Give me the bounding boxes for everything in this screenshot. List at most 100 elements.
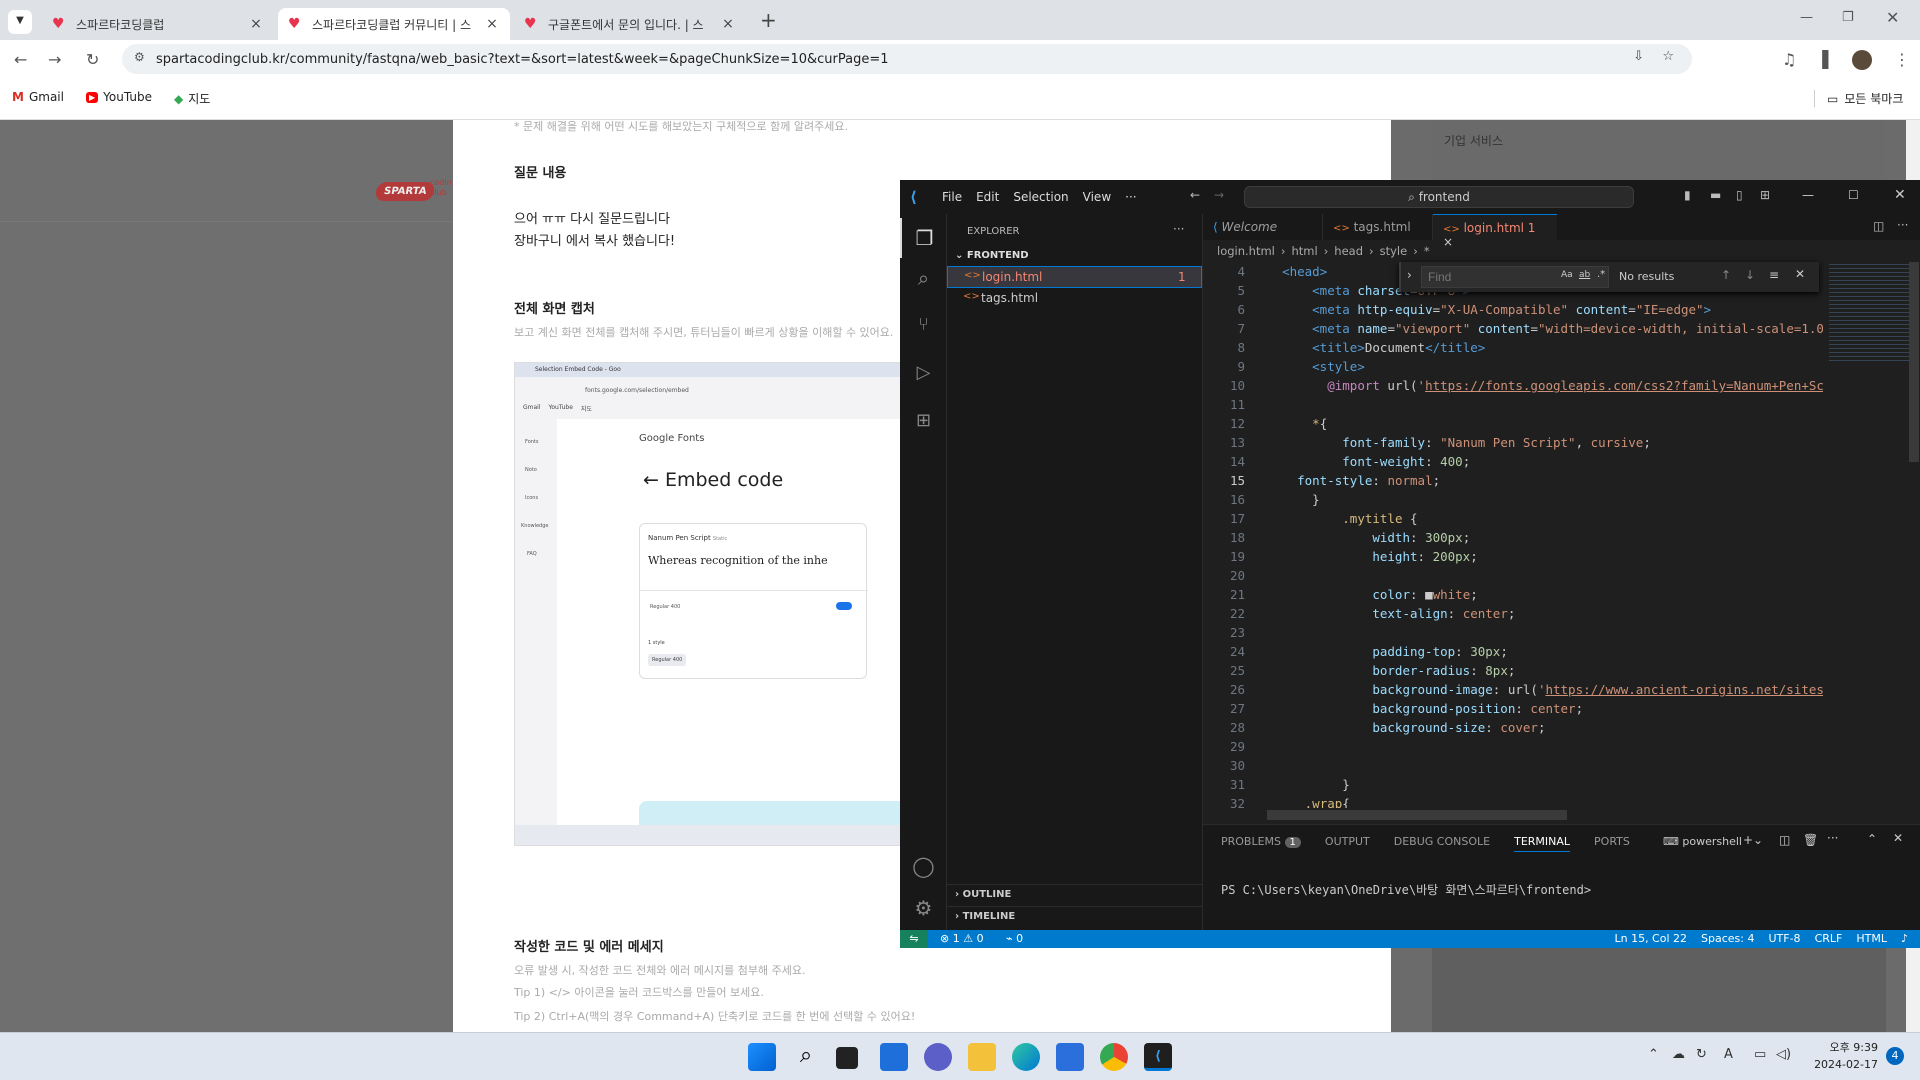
forward-icon[interactable]: → <box>48 50 61 69</box>
avatar[interactable] <box>1852 50 1872 70</box>
code-line[interactable]: 13 font-family: "Nanum Pen Script", curs… <box>1203 433 1823 452</box>
search-icon[interactable]: ⌕ <box>900 266 947 290</box>
code-line[interactable]: 26 background-image: url('https://www.an… <box>1203 680 1823 699</box>
editor-scrollbar[interactable] <box>1909 262 1919 462</box>
install-app-icon[interactable]: ⇩ <box>1633 49 1644 64</box>
vs-minimize-icon[interactable]: — <box>1802 188 1814 202</box>
code-line[interactable]: 20 <box>1203 566 1823 585</box>
notification-badge[interactable]: 4 <box>1886 1047 1904 1065</box>
status-cursor-position[interactable]: Ln 15, Col 22 <box>1614 932 1687 945</box>
previous-match-icon[interactable]: ↑ <box>1721 268 1731 282</box>
next-match-icon[interactable]: ↓ <box>1745 268 1755 282</box>
menu-view[interactable]: View <box>1083 190 1111 204</box>
code-line[interactable]: 21 color: ■white; <box>1203 585 1823 604</box>
vs-close-icon[interactable]: ✕ <box>1894 187 1906 203</box>
close-tab-icon[interactable]: × <box>248 16 264 32</box>
toggle-sidebar-icon[interactable]: ▮ <box>1684 188 1691 202</box>
back-icon[interactable]: ← <box>14 50 27 69</box>
chrome-icon[interactable] <box>1100 1043 1128 1071</box>
run-debug-icon[interactable]: ▷ <box>900 362 947 383</box>
tray-overflow-icon[interactable]: ⌃ <box>1648 1047 1659 1062</box>
status-encoding[interactable]: UTF-8 <box>1768 932 1800 945</box>
reload-icon[interactable]: ↻ <box>86 50 99 69</box>
enterprise-service-label[interactable]: 기업 서비스 <box>1444 132 1503 149</box>
layout-icon[interactable]: ⊞ <box>1760 188 1770 202</box>
status-indentation[interactable]: Spaces: 4 <box>1701 932 1754 945</box>
close-window-icon[interactable]: ✕ <box>1886 8 1899 27</box>
code-line[interactable]: 29 <box>1203 737 1823 756</box>
code-line[interactable]: 28 background-size: cover; <box>1203 718 1823 737</box>
whole-word-icon[interactable]: ab <box>1579 270 1590 280</box>
code-line[interactable]: 23 <box>1203 623 1823 642</box>
teams-chat-icon[interactable] <box>924 1043 952 1071</box>
toggle-secondary-icon[interactable]: ▯ <box>1736 188 1743 202</box>
tab-google-fonts-question[interactable]: ♥ 구글폰트에서 문의 입니다. | 스 × <box>514 8 746 40</box>
search-taskbar-icon[interactable]: ⌕ <box>792 1043 820 1071</box>
close-tab-icon[interactable]: × <box>484 16 500 32</box>
panel-tab-debug-console[interactable]: DEBUG CONSOLE <box>1394 835 1490 852</box>
extensions-icon[interactable]: ⊞ <box>900 410 947 431</box>
breadcrumb-item[interactable]: head <box>1334 244 1363 258</box>
onedrive-icon[interactable]: ☁ <box>1672 1047 1685 1062</box>
task-view-icon[interactable] <box>836 1047 858 1069</box>
menu-edit[interactable]: Edit <box>976 190 999 204</box>
tab-tags-html[interactable]: <> tags.html <box>1323 214 1433 240</box>
panel-tab-output[interactable]: OUTPUT <box>1325 835 1370 852</box>
url-field[interactable]: ⚙ spartacodingclub.kr/community/fastqna/… <box>122 44 1692 74</box>
widgets-icon[interactable] <box>880 1043 908 1071</box>
manage-gear-icon[interactable]: ⚙ <box>900 896 947 920</box>
menu-more[interactable]: ··· <box>1125 190 1136 204</box>
code-line[interactable]: 15 font-style: normal; <box>1203 471 1823 490</box>
code-line[interactable]: 6 <meta http-equiv="X-UA-Compatible" con… <box>1203 300 1823 319</box>
breadcrumb-item[interactable]: login.html <box>1217 244 1275 258</box>
bookmark-star-icon[interactable]: ☆ <box>1662 49 1674 64</box>
panel-tab-terminal[interactable]: TERMINAL <box>1514 835 1571 852</box>
start-icon[interactable] <box>748 1043 776 1071</box>
code-line[interactable]: 17 .mytitle { <box>1203 509 1823 528</box>
side-panel-icon[interactable]: ▐ <box>1816 50 1828 69</box>
regex-icon[interactable]: .* <box>1597 269 1605 280</box>
tab-welcome[interactable]: ⟨ Welcome <box>1203 214 1323 240</box>
code-line[interactable]: 8 <title>Document</title> <box>1203 338 1823 357</box>
code-line[interactable]: 10 @import url('https://fonts.googleapis… <box>1203 376 1823 395</box>
code-line[interactable]: 24 padding-top: 30px; <box>1203 642 1823 661</box>
command-center[interactable]: ⌕ frontend <box>1244 186 1634 208</box>
close-tab-icon[interactable]: × <box>1443 235 1453 249</box>
code-editor[interactable]: 4 <head>5 <meta charset=UTF-8 >6 <meta h… <box>1203 262 1823 808</box>
terminal-shell[interactable]: ⌨ powershell <box>1663 835 1742 848</box>
new-terminal-icon[interactable]: +⌄ <box>1743 833 1763 847</box>
file-explorer-icon[interactable] <box>968 1043 996 1071</box>
close-find-icon[interactable]: ✕ <box>1795 267 1805 281</box>
find-in-selection-icon[interactable]: ≡ <box>1769 268 1779 282</box>
minimap[interactable] <box>1829 262 1909 362</box>
tab-login-html[interactable]: <> login.html 1 × <box>1433 214 1557 249</box>
restore-icon[interactable]: ❐ <box>1842 10 1854 25</box>
vs-maximize-icon[interactable]: ☐ <box>1848 188 1859 202</box>
panel-tab-problems[interactable]: PROBLEMS 1 <box>1221 835 1301 852</box>
breadcrumb-item[interactable]: html <box>1291 244 1317 258</box>
explorer-more-icon[interactable]: ··· <box>1173 222 1184 236</box>
accounts-icon[interactable]: ◯ <box>900 854 947 878</box>
split-editor-icon[interactable]: ◫ <box>1873 219 1884 233</box>
code-line[interactable]: 31 } <box>1203 775 1823 794</box>
all-bookmarks[interactable]: ▭ 모든 북마크 <box>1814 90 1903 107</box>
status-problems[interactable]: ⊗ 1 ⚠ 0 <box>940 932 984 945</box>
find-expand-icon[interactable]: › <box>1407 268 1412 282</box>
breadcrumb-item[interactable]: * <box>1424 244 1430 258</box>
horizontal-scrollbar[interactable] <box>1267 810 1567 820</box>
folder-frontend[interactable]: ⌄ FRONTEND <box>955 250 1029 261</box>
code-line[interactable]: 11 <box>1203 395 1823 414</box>
clock[interactable]: 오후 9:39 2024-02-17 <box>1812 1039 1878 1073</box>
store-icon[interactable] <box>1056 1043 1084 1071</box>
menu-kebab-icon[interactable]: ⋮ <box>1894 50 1910 69</box>
terminal-prompt[interactable]: PS C:\Users\keyan\OneDrive\바탕 화면\스파르타\fr… <box>1221 881 1591 898</box>
menu-selection[interactable]: Selection <box>1013 190 1068 204</box>
nav-back-icon[interactable]: ← <box>1190 188 1200 202</box>
bookmark-youtube[interactable]: ▶ YouTube <box>86 90 152 104</box>
panel-tab-ports[interactable]: PORTS <box>1594 835 1630 852</box>
source-control-icon[interactable]: ⑂ <box>900 314 947 335</box>
timeline-section[interactable]: › TIMELINE <box>947 906 1202 926</box>
nav-forward-icon[interactable]: → <box>1214 188 1224 202</box>
file-tags-html[interactable]: <> tags.html <box>947 288 1202 310</box>
code-line[interactable]: 30 <box>1203 756 1823 775</box>
